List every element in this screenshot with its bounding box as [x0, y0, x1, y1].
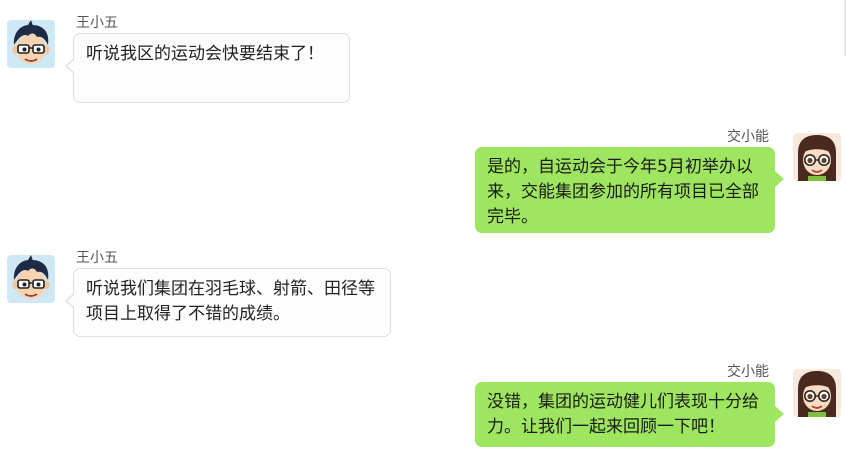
sender-name: 交小能 [727, 364, 769, 380]
message-right: 交小能 没错，集团的运动健儿们表现十分给力。让我们一起来回顾一下吧！ [0, 0, 846, 453]
message-text: 没错，集团的运动健儿们表现十分给力。让我们一起来回顾一下吧！ [487, 392, 759, 437]
message-bubble[interactable]: 没错，集团的运动健儿们表现十分给力。让我们一起来回顾一下吧！ [475, 382, 784, 447]
chat-window: 王小五 听说我区的运动会快要结束了！ 交小能 是的，自运动会于今年5月初举办以来… [0, 0, 846, 453]
girl-avatar[interactable] [793, 369, 841, 417]
